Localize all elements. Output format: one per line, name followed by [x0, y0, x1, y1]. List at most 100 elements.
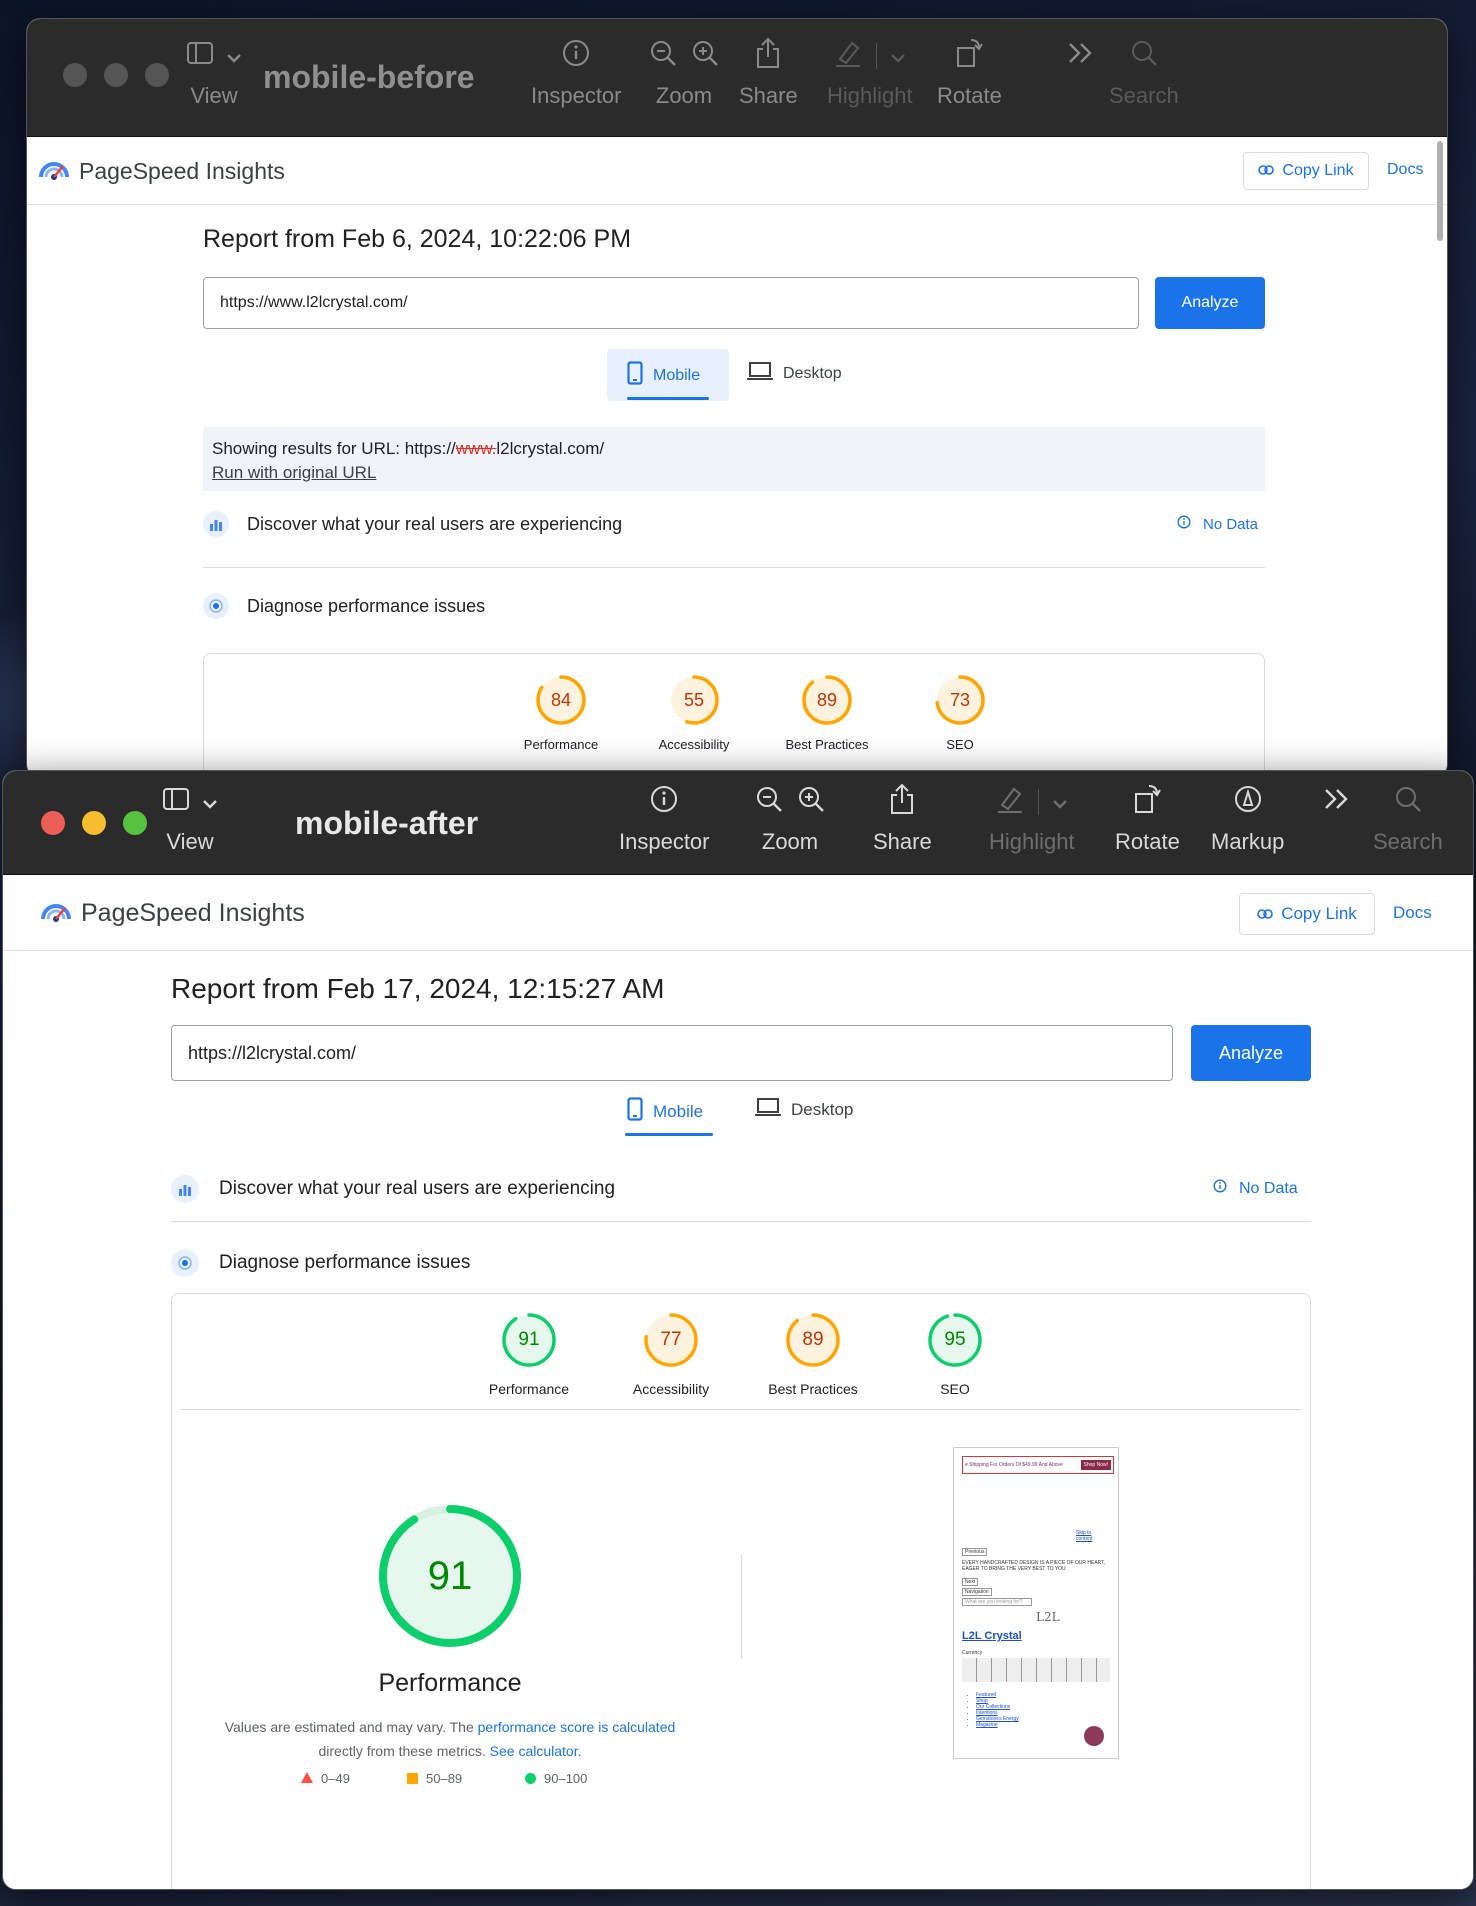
gauge-value: 84 [550, 689, 572, 710]
analyze-button[interactable]: Analyze [1155, 277, 1265, 329]
url-input[interactable]: https://l2lcrystal.com/ [171, 1025, 1173, 1081]
app-name: PageSpeed Insights [81, 899, 305, 927]
inspector-button[interactable]: Inspector [619, 785, 710, 855]
docs-link[interactable]: Docs [1387, 161, 1423, 179]
gauge-value: 77 [660, 1329, 682, 1350]
discover-section[interactable]: Discover what your real users are experi… [171, 1175, 615, 1203]
psi-logo[interactable]: PageSpeed Insights [41, 897, 305, 930]
zoom-window-button[interactable] [145, 63, 169, 87]
tab-desktop-label: Desktop [791, 1099, 854, 1119]
window-title: mobile-after [295, 805, 479, 841]
tab-desktop[interactable]: Desktop [755, 1097, 853, 1122]
zoom-in-icon [797, 785, 825, 819]
report-title: Report from Feb 17, 2024, 12:15:27 AM [171, 973, 665, 1004]
report-title: Report from Feb 6, 2024, 10:22:06 PM [203, 225, 632, 253]
highlighter-icon [996, 785, 1024, 819]
performance-big-gauge: 91 [377, 1503, 523, 1649]
url-input[interactable]: https://www.l2lcrystal.com/ [203, 277, 1139, 329]
legend-poor-label: 0–49 [321, 1771, 350, 1786]
no-data-indicator[interactable]: No Data [1177, 515, 1258, 533]
copy-link-button[interactable]: Copy Link [1243, 152, 1369, 190]
run-original-url-link[interactable]: Run with original URL [212, 461, 1256, 485]
note-text: Values are estimated and may vary. The [224, 1719, 478, 1735]
gauge-ring: 84 [534, 673, 588, 727]
gauge-label: Accessibility [658, 737, 730, 752]
rotate-button[interactable]: Rotate [937, 39, 1002, 109]
docs-link[interactable]: Docs [1393, 903, 1432, 923]
score-gauge-seo[interactable]: 95 SEO [905, 1311, 1005, 1397]
window-mobile-after: View mobile-after Inspector Zoom Share H… [2, 770, 1474, 1890]
legend-poor: 0–49 [301, 1771, 350, 1786]
share-button[interactable]: Share [873, 783, 932, 855]
pagespeed-logo-icon [39, 155, 69, 187]
share-button[interactable]: Share [739, 37, 798, 109]
discover-label: Discover what your real users are experi… [219, 1178, 616, 1199]
score-gauge-best-practices[interactable]: 89 Best Practices [763, 1311, 863, 1397]
inspector-label: Inspector [531, 83, 622, 108]
share-label: Share [873, 829, 932, 854]
phone-icon [627, 1097, 643, 1126]
traffic-lights [41, 811, 147, 835]
no-data-label: No Data [1239, 1179, 1298, 1197]
zoom-label: Zoom [761, 829, 819, 854]
crux-icon [171, 1175, 199, 1203]
gauge-ring: 77 [642, 1311, 700, 1369]
gauge-value: 55 [683, 689, 705, 710]
copy-link-label: Copy Link [1282, 162, 1354, 179]
score-gauge-accessibility[interactable]: 77 Accessibility [621, 1311, 721, 1397]
performance-score-link[interactable]: performance score is calculated [478, 1719, 676, 1735]
more-button[interactable] [1067, 39, 1095, 83]
view-button[interactable]: View [187, 39, 241, 109]
tab-mobile[interactable]: Mobile [627, 361, 700, 390]
laptop-icon [747, 361, 773, 386]
zoom-button[interactable]: Zoom [755, 785, 825, 855]
score-gauge-seo[interactable]: 73 SEO [910, 673, 1010, 752]
score-gauge-accessibility[interactable]: 55 Accessibility [644, 673, 744, 752]
minimize-window-button[interactable] [104, 63, 128, 87]
thumb-previous: Previous [962, 1548, 988, 1556]
analyze-button[interactable]: Analyze [1191, 1025, 1311, 1081]
markup-button[interactable]: Markup [1211, 785, 1284, 855]
search-icon [1130, 39, 1158, 73]
search-icon [1394, 785, 1422, 819]
chevron-down-icon [203, 789, 217, 815]
link-icon [1257, 904, 1273, 924]
vertical-scrollbar[interactable] [1437, 141, 1443, 241]
view-button[interactable]: View [163, 785, 217, 855]
no-data-indicator[interactable]: No Data [1213, 1179, 1298, 1198]
triangle-icon [301, 1771, 313, 1786]
search-button[interactable]: Search [1109, 39, 1179, 109]
close-window-button[interactable] [41, 811, 65, 835]
inspector-button[interactable]: Inspector [531, 39, 622, 109]
tab-desktop[interactable]: Desktop [747, 361, 842, 386]
info-icon [650, 785, 678, 819]
score-gauge-performance[interactable]: 91 Performance [479, 1311, 579, 1397]
square-icon [407, 1773, 418, 1784]
view-label: View [166, 829, 214, 854]
score-gauge-best-practices[interactable]: 89 Best Practices [777, 673, 877, 752]
discover-section[interactable]: Discover what your real users are experi… [203, 511, 622, 537]
close-window-button[interactable] [63, 63, 87, 87]
zoom-window-button[interactable] [123, 811, 147, 835]
more-button[interactable] [1323, 785, 1351, 829]
thumb-skip-link: Skip to content [1076, 1530, 1093, 1542]
minimize-window-button[interactable] [82, 811, 106, 835]
highlight-button[interactable]: Highlight [989, 785, 1075, 855]
gauge-value: 95 [944, 1329, 966, 1350]
divider [203, 567, 1265, 568]
lighthouse-icon [171, 1249, 199, 1277]
psi-logo[interactable]: PageSpeed Insights [39, 155, 285, 187]
zoom-button[interactable]: Zoom [649, 39, 719, 109]
laptop-icon [755, 1097, 781, 1122]
search-button[interactable]: Search [1373, 785, 1443, 855]
score-gauge-performance[interactable]: 84 Performance [511, 673, 611, 752]
score-note: Values are estimated and may vary. The p… [203, 1715, 697, 1763]
note-text-2: directly from these metrics. [318, 1743, 490, 1759]
copy-link-button[interactable]: Copy Link [1239, 893, 1375, 935]
discover-label: Discover what your real users are experi… [247, 513, 623, 534]
page-content: PageSpeed Insights Copy Link Docs Report… [27, 137, 1447, 777]
tab-mobile[interactable]: Mobile [627, 1097, 703, 1126]
highlight-button[interactable]: Highlight [827, 39, 913, 109]
see-calculator-link[interactable]: See calculator. [490, 1743, 582, 1759]
rotate-button[interactable]: Rotate [1115, 785, 1180, 855]
